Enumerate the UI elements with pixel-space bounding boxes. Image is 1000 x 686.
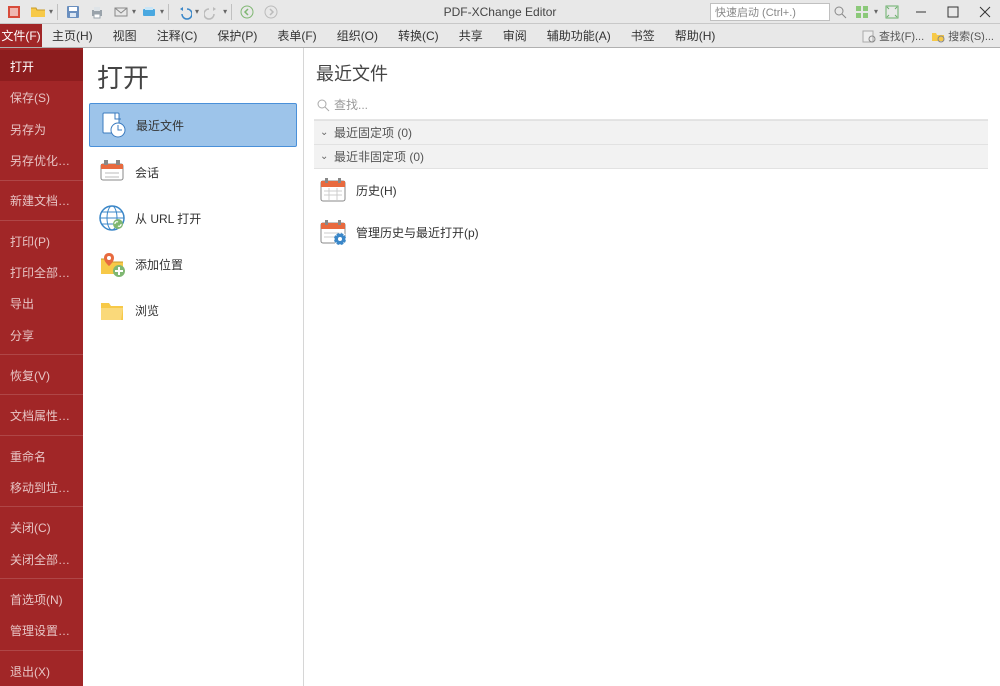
ribbon-tab[interactable]: 注释(C) [147, 24, 208, 47]
ribbon-tab[interactable]: 组织(O) [327, 24, 388, 47]
search-button[interactable]: 搜索(S)... [930, 28, 994, 44]
open-item-browse[interactable]: 浏览 [89, 289, 297, 331]
minimize-button[interactable] [906, 2, 936, 22]
sidebar-item-closeall[interactable]: 关闭全部(S) [0, 543, 83, 574]
dropdown-caret-icon[interactable]: ▾ [49, 7, 53, 16]
open-item-label: 最近文件 [136, 117, 184, 134]
open-panel: 打开 最近文件 会话 从 URL 打开 添加位置 [83, 48, 304, 686]
open-item-label: 添加位置 [135, 256, 183, 273]
print-button[interactable] [86, 2, 108, 22]
open-item-label: 会话 [135, 164, 159, 181]
fullscreen-button[interactable] [880, 2, 904, 22]
ribbon-tab[interactable]: 表单(F) [267, 24, 326, 47]
recent-panel: 最近文件 查找... ⌄ 最近固定项 (0) ⌄ 最近非固定项 (0) 历史(H… [304, 48, 1000, 686]
browse-folder-icon [97, 295, 127, 325]
recent-title: 最近文件 [314, 56, 988, 94]
recent-search-input[interactable]: 查找... [314, 94, 988, 120]
sidebar-item-save[interactable]: 保存(S) [0, 81, 83, 112]
sidebar-item-open[interactable]: 打开 [0, 50, 83, 81]
open-item-label: 从 URL 打开 [135, 210, 201, 227]
sidebar-item-printall[interactable]: 打印全部(R) [0, 256, 83, 287]
app-icon[interactable] [3, 2, 25, 22]
maximize-button[interactable] [938, 2, 968, 22]
ribbon-tab[interactable]: 保护(P) [207, 24, 267, 47]
open-panel-title: 打开 [83, 48, 303, 101]
ui-options-button[interactable] [850, 2, 874, 22]
undo-button[interactable] [173, 2, 195, 22]
ribbon-tab[interactable]: 书签 [621, 24, 665, 47]
nav-back-button[interactable] [236, 2, 258, 22]
find-icon [861, 28, 877, 44]
open-item-label: 浏览 [135, 302, 159, 319]
dropdown-caret-icon[interactable]: ▾ [195, 7, 199, 16]
file-tab[interactable]: 文件(F) [0, 24, 42, 47]
ribbon-tab[interactable]: 帮助(H) [665, 24, 726, 47]
sidebar-item-exit[interactable]: 退出(X) [0, 655, 83, 686]
ribbon-tabs: 文件(F) 主页(H) 视图 注释(C) 保护(P) 表单(F) 组织(O) 转… [0, 24, 1000, 48]
sidebar-item-trash[interactable]: 移动到垃圾箱 [0, 471, 83, 502]
sidebar-item-docprops[interactable]: 文档属性(D) [0, 399, 83, 430]
file-sidebar: 打开 保存(S) 另存为 另存优化的副本 新建文档(N) 打印(P) 打印全部(… [0, 48, 83, 686]
history-label: 历史(H) [356, 182, 397, 199]
open-item-addplace[interactable]: 添加位置 [89, 243, 297, 285]
ribbon-tab[interactable]: 共享 [449, 24, 493, 47]
dropdown-caret-icon[interactable]: ▾ [132, 7, 136, 16]
calendar-history-icon [318, 175, 348, 205]
sidebar-item-rename[interactable]: 重命名 [0, 440, 83, 471]
sidebar-item-revert[interactable]: 恢复(V) [0, 359, 83, 390]
recent-search-placeholder: 查找... [334, 96, 368, 113]
title-bar: ▾ ▾ ▾ ▾ ▾ PDF-XChange Editor [0, 0, 1000, 24]
ribbon-tab[interactable]: 转换(C) [388, 24, 449, 47]
open-item-url[interactable]: 从 URL 打开 [89, 197, 297, 239]
sidebar-item-prefs[interactable]: 首选项(N) [0, 583, 83, 614]
open-item-recent[interactable]: 最近文件 [89, 103, 297, 147]
manage-history-label: 管理历史与最近打开(p) [356, 224, 479, 241]
recent-group-unpinned[interactable]: ⌄ 最近非固定项 (0) [314, 145, 988, 169]
recent-files-icon [98, 110, 128, 140]
quick-launch-search-icon[interactable] [832, 4, 848, 20]
quick-launch-input[interactable]: 快速启动 (Ctrl+.) [710, 3, 830, 21]
nav-forward-button[interactable] [260, 2, 282, 22]
add-place-icon [97, 249, 127, 279]
chevron-down-icon: ⌄ [320, 151, 330, 162]
quick-launch-placeholder: 快速启动 (Ctrl+.) [715, 4, 796, 20]
dropdown-caret-icon[interactable]: ▾ [223, 7, 227, 16]
backstage-main: 打开 保存(S) 另存为 另存优化的副本 新建文档(N) 打印(P) 打印全部(… [0, 48, 1000, 686]
find-button[interactable]: 查找(F)... [861, 28, 924, 44]
ribbon-tab[interactable]: 辅助功能(A) [537, 24, 621, 47]
redo-button[interactable] [201, 2, 223, 22]
calendar-gear-icon [318, 217, 348, 247]
sidebar-item-print[interactable]: 打印(P) [0, 225, 83, 256]
ribbon-tab[interactable]: 主页(H) [42, 24, 103, 47]
sidebar-item-share[interactable]: 分享 [0, 319, 83, 350]
recent-group-pinned[interactable]: ⌄ 最近固定项 (0) [314, 120, 988, 145]
sessions-icon [97, 157, 127, 187]
search-folder-icon [930, 28, 946, 44]
open-folder-button[interactable] [27, 2, 49, 22]
sidebar-item-close[interactable]: 关闭(C) [0, 511, 83, 542]
dropdown-caret-icon[interactable]: ▾ [874, 7, 878, 16]
quick-access-toolbar: ▾ ▾ ▾ ▾ ▾ [0, 2, 282, 22]
sidebar-item-newdoc[interactable]: 新建文档(N) [0, 184, 83, 215]
dropdown-caret-icon[interactable]: ▾ [160, 7, 164, 16]
open-item-sessions[interactable]: 会话 [89, 151, 297, 193]
sidebar-item-saveas[interactable]: 另存为 [0, 113, 83, 144]
save-button[interactable] [62, 2, 84, 22]
chevron-down-icon: ⌄ [320, 127, 330, 138]
close-button[interactable] [970, 2, 1000, 22]
manage-history-item[interactable]: 管理历史与最近打开(p) [314, 211, 988, 253]
search-icon [316, 98, 330, 112]
ribbon-tab[interactable]: 视图 [103, 24, 147, 47]
sidebar-item-manage[interactable]: 管理设置(M) [0, 614, 83, 645]
globe-url-icon [97, 203, 127, 233]
titlebar-right: 快速启动 (Ctrl+.) ▾ [710, 2, 1000, 22]
sidebar-item-save-optimized[interactable]: 另存优化的副本 [0, 144, 83, 175]
history-item[interactable]: 历史(H) [314, 169, 988, 211]
sidebar-item-export[interactable]: 导出 [0, 287, 83, 318]
ribbon-tab[interactable]: 审阅 [493, 24, 537, 47]
scan-button[interactable] [138, 2, 160, 22]
email-button[interactable] [110, 2, 132, 22]
